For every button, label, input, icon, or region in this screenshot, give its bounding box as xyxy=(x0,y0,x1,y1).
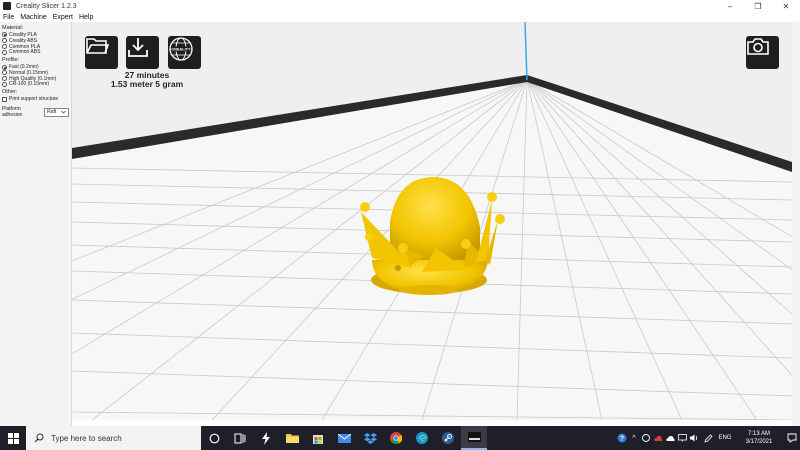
save-gcode-button[interactable] xyxy=(126,36,159,69)
material-option-common-abs[interactable]: Common ABS xyxy=(2,49,69,55)
lightning-icon xyxy=(262,431,270,445)
creality-web-button[interactable]: CREALITY xyxy=(168,36,201,69)
taskbar-search-box[interactable]: Type here to search xyxy=(26,426,201,450)
menu-bar: File Machine Expert Help xyxy=(0,12,800,22)
language-indicator[interactable]: ENG xyxy=(716,426,734,450)
creality-slicer-icon xyxy=(467,432,481,442)
profile-option-cr-100[interactable]: CR-100 (0.15mm) xyxy=(2,81,69,88)
task-view-icon xyxy=(234,433,246,443)
window-title-bar: Creality Slicer 1.2.3 – ❐ ✕ xyxy=(0,0,800,12)
z-axis-line xyxy=(524,22,528,81)
notification-icon xyxy=(787,433,797,443)
system-tray: ? ^ ENG 7:13 AM 3/17/2021 xyxy=(616,426,800,450)
taskbar-app-creality-slicer[interactable] xyxy=(461,426,487,450)
pen-workspace-icon[interactable] xyxy=(700,426,716,450)
3d-viewport[interactable]: CREALITY 27 minutes 1.53 meter 5 gram xyxy=(72,22,792,420)
close-button[interactable]: ✕ xyxy=(772,0,800,12)
edge-icon xyxy=(416,432,428,444)
menu-expert[interactable]: Expert xyxy=(53,14,73,21)
search-placeholder: Type here to search xyxy=(51,433,122,443)
platform-adhesion-label: Platform adhesion xyxy=(2,106,23,119)
taskbar-app-edge[interactable] xyxy=(409,426,435,450)
radio[interactable] xyxy=(2,70,7,76)
radio-selected[interactable] xyxy=(2,32,7,38)
platform-adhesion-row: Platform adhesion Raft xyxy=(2,106,69,118)
clock-time: 7:13 AM xyxy=(747,431,770,437)
support-checkbox[interactable] xyxy=(2,96,7,102)
svg-text:?: ? xyxy=(620,436,624,443)
start-button[interactable] xyxy=(0,426,26,450)
radio[interactable] xyxy=(2,49,7,55)
radio-selected[interactable] xyxy=(2,64,7,70)
chevron-down-icon xyxy=(61,110,66,114)
taskbar-app-lightning[interactable] xyxy=(253,426,279,450)
store-bag-icon xyxy=(313,435,323,444)
task-view-icon-button[interactable] xyxy=(227,426,253,450)
taskbar-app-file-explorer[interactable] xyxy=(279,426,305,450)
taskbar-app-store[interactable] xyxy=(305,426,331,450)
task-view-button[interactable] xyxy=(201,426,227,450)
taskbar-app-chrome[interactable] xyxy=(383,426,409,450)
settings-panel: Material: Creality PLA Creality ABS Comm… xyxy=(0,22,72,426)
dropbox-icon xyxy=(363,432,377,444)
pen-icon xyxy=(703,433,713,443)
window-controls: – ❐ ✕ xyxy=(716,0,800,12)
monitor-network-icon xyxy=(677,434,687,442)
cortana-circle-icon xyxy=(209,433,219,443)
help-circle-icon: ? xyxy=(617,433,627,443)
taskbar-app-mail[interactable] xyxy=(331,426,357,450)
menu-file[interactable]: File xyxy=(3,14,14,21)
app-logo-icon xyxy=(3,2,11,10)
profile-option-label: CR-100 (0.15mm) xyxy=(9,81,50,88)
snapshot-button[interactable] xyxy=(746,36,779,69)
volume-tray-icon[interactable] xyxy=(688,426,700,450)
steam-small-icon xyxy=(642,434,650,442)
camera-icon xyxy=(747,38,769,55)
notification-center-button[interactable] xyxy=(784,426,800,450)
radio[interactable] xyxy=(2,81,7,87)
menu-help[interactable]: Help xyxy=(79,14,93,21)
search-icon xyxy=(34,433,44,443)
maximize-button[interactable]: ❐ xyxy=(744,0,772,12)
chrome-icon xyxy=(390,432,402,444)
windows-logo-icon xyxy=(7,432,19,444)
clock-date: 3/17/2021 xyxy=(745,439,773,445)
taskbar-app-steam[interactable] xyxy=(435,426,461,450)
print-estimate: 27 minutes 1.53 meter 5 gram xyxy=(102,71,192,89)
cloud-icon xyxy=(653,435,662,441)
support-structure-option[interactable]: Print support structure xyxy=(2,96,69,102)
windows-taskbar: Type here to search ? ^ ENG 7:13 AM 3/17… xyxy=(0,426,800,450)
platform-adhesion-value: Raft xyxy=(47,109,57,116)
tray-overflow-chevron[interactable]: ^ xyxy=(628,426,640,450)
print-material-usage: 1.53 meter 5 gram xyxy=(110,79,184,89)
speaker-icon xyxy=(689,434,697,442)
menu-machine[interactable]: Machine xyxy=(20,14,46,21)
folder-icon xyxy=(285,433,299,443)
steam-icon xyxy=(442,432,454,444)
minimize-button[interactable]: – xyxy=(716,0,744,12)
creality-globe-icon: CREALITY xyxy=(169,37,193,61)
radio[interactable] xyxy=(2,43,7,49)
steam-tray-icon[interactable] xyxy=(640,426,652,450)
folder-open-icon xyxy=(86,38,109,54)
platform-adhesion-select[interactable]: Raft xyxy=(44,107,69,117)
radio[interactable] xyxy=(2,38,7,44)
onedrive-icon xyxy=(665,436,675,441)
window-title: Creality Slicer 1.2.3 xyxy=(16,2,77,10)
adobe-tray-icon[interactable] xyxy=(652,426,664,450)
taskbar-clock[interactable]: 7:13 AM 3/17/2021 xyxy=(734,430,784,446)
onedrive-tray-icon[interactable] xyxy=(664,426,676,450)
window-right-edge xyxy=(792,22,800,426)
material-option-label: Common ABS xyxy=(9,49,41,56)
load-model-button[interactable] xyxy=(85,36,118,69)
help-icon[interactable]: ? xyxy=(616,426,628,450)
network-tray-icon[interactable] xyxy=(676,426,688,450)
mail-icon xyxy=(337,433,351,443)
taskbar-app-dropbox[interactable] xyxy=(357,426,383,450)
creality-globe-label: CREALITY xyxy=(172,48,191,52)
radio[interactable] xyxy=(2,76,7,82)
support-label: Print support structure xyxy=(9,96,59,103)
download-icon xyxy=(128,38,148,57)
